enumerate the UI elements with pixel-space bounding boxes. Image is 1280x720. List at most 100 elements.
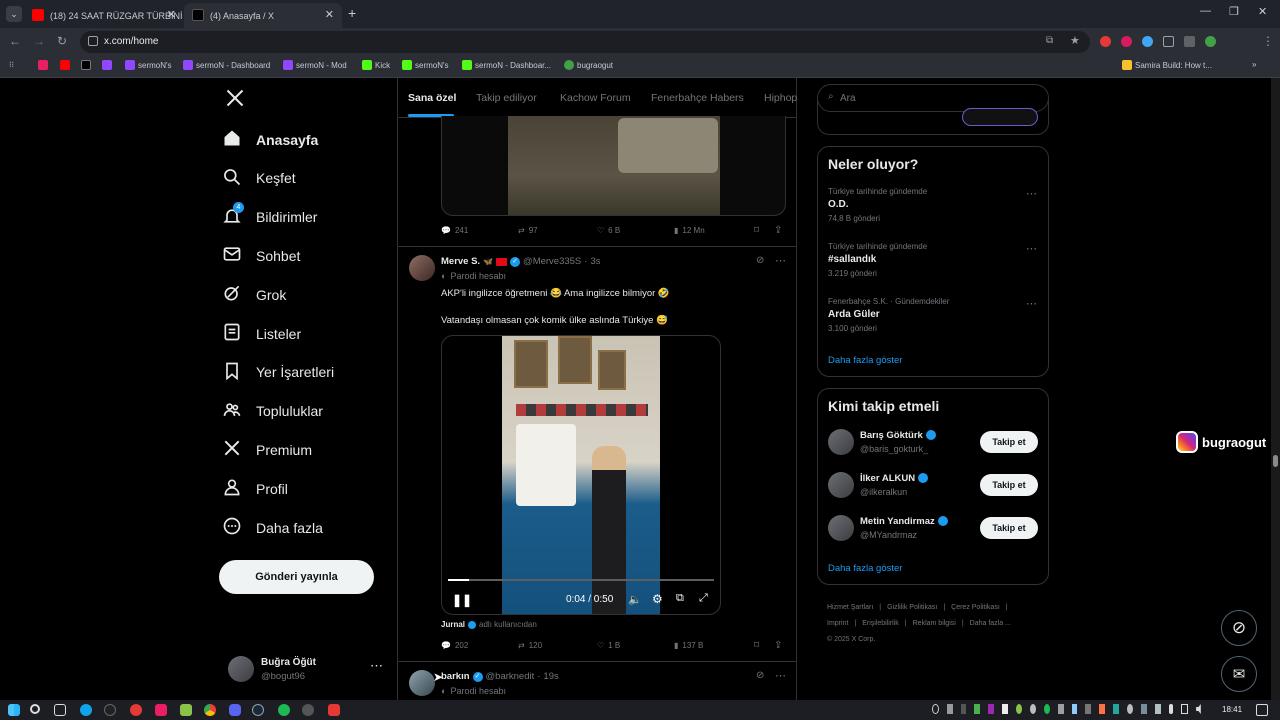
steam-icon[interactable] — [252, 704, 264, 716]
messages-floating-button[interactable]: ✉ — [1221, 656, 1257, 692]
sidebar-item-community[interactable]: Topluluklar — [222, 400, 323, 423]
avatar[interactable] — [409, 670, 435, 696]
more-icon[interactable]: ⋯ — [1026, 187, 1037, 200]
tab-search-button[interactable]: ⌄ — [6, 6, 22, 22]
footer-link[interactable]: Erişilebilirlik — [862, 616, 899, 632]
bookmark-item[interactable]: sermoN - Dashboard — [183, 60, 270, 70]
bookmark-item[interactable]: sermoN - Mod — [283, 60, 347, 70]
like-button[interactable]: ♡ 1 B — [597, 641, 620, 650]
gear-icon[interactable]: ⚙ — [652, 592, 663, 606]
views-button[interactable]: ▮ 137 B — [674, 641, 703, 650]
site-info-icon[interactable] — [88, 36, 98, 46]
grok-icon[interactable]: ⊘ — [756, 670, 764, 681]
tab-x-home[interactable]: (4) Anasayfa / X ✕ — [184, 3, 342, 28]
discord-icon[interactable] — [229, 704, 241, 716]
post-time[interactable]: 19s — [543, 671, 558, 682]
pause-icon[interactable]: ❚❚ — [452, 593, 472, 607]
more-icon[interactable]: ⋯ — [370, 658, 383, 674]
avatar[interactable] — [828, 515, 854, 541]
reply-button[interactable]: 💬 241 — [441, 226, 468, 235]
more-icon[interactable]: ⋯ — [775, 254, 786, 267]
sidebar-item-grok[interactable]: Grok — [222, 283, 286, 306]
tray-icon[interactable] — [988, 704, 995, 714]
footer-link[interactable]: Imprint — [827, 616, 848, 632]
footer-link[interactable]: Hizmet Şartları — [827, 600, 873, 616]
cast-icon[interactable]: ⧉ — [1046, 35, 1053, 46]
sidebar-item-profile[interactable]: Profil — [222, 477, 288, 500]
bookmark-item[interactable] — [102, 60, 112, 70]
bookmark-icon[interactable]: ⌑ — [754, 225, 759, 236]
windows-start-icon[interactable] — [8, 704, 20, 716]
star-icon[interactable]: ★ — [1070, 34, 1080, 47]
scrollbar[interactable] — [1271, 78, 1280, 700]
url-field[interactable]: x.com/home ⧉ ★ — [80, 31, 1090, 53]
speaker-icon[interactable] — [1196, 704, 1201, 714]
follow-button[interactable]: Takip et — [980, 474, 1038, 496]
bookmark-icon-only[interactable] — [38, 60, 48, 70]
avatar-stack[interactable] — [962, 108, 1038, 126]
author-name[interactable]: barkın — [441, 671, 470, 682]
reply-button[interactable]: 💬 202 — [441, 641, 468, 650]
scrollbar-thumb[interactable] — [1273, 455, 1278, 467]
tray-icon[interactable] — [1071, 704, 1078, 714]
bookmark-item[interactable]: Kick — [362, 60, 390, 70]
tray-icon[interactable] — [1057, 704, 1064, 714]
close-icon[interactable]: ✕ — [325, 8, 334, 21]
author-handle[interactable]: @barknedit — [486, 671, 535, 682]
sidebar-item-bell[interactable]: 4 Bildirimler — [222, 201, 317, 229]
taskbar-app-icon[interactable] — [302, 704, 314, 716]
trend-topic[interactable]: O.D. — [828, 199, 849, 210]
follow-name[interactable]: Barış Göktürk — [860, 430, 936, 441]
follow-name[interactable]: Metin Yandirmaz — [860, 516, 948, 527]
sidebar-item-home[interactable]: Anasayfa — [222, 128, 318, 151]
grok-icon[interactable]: ⊘ — [756, 255, 764, 266]
footer-link[interactable]: Gizlilik Politikası — [887, 600, 937, 616]
clock[interactable]: 18:41 — [1222, 705, 1242, 714]
close-icon[interactable]: ✕ — [167, 8, 176, 21]
trend-topic[interactable]: Arda Güler — [828, 309, 880, 320]
tray-icon[interactable] — [1127, 704, 1133, 714]
reload-icon[interactable]: ↻ — [57, 34, 67, 48]
headphones-icon[interactable] — [932, 704, 939, 714]
taskbar-app-icon[interactable] — [180, 704, 192, 716]
puzzle-icon[interactable] — [1163, 36, 1174, 47]
tray-icon[interactable] — [1029, 704, 1036, 714]
close-window-button[interactable]: ✕ — [1258, 5, 1267, 18]
share-icon[interactable]: ⇪ — [774, 640, 782, 651]
avatar[interactable] — [409, 255, 435, 281]
maximize-button[interactable]: ❐ — [1229, 5, 1239, 18]
spotify-icon[interactable] — [278, 704, 290, 716]
avatar[interactable] — [828, 472, 854, 498]
tray-icon[interactable] — [1140, 704, 1147, 714]
post-time[interactable]: 3s — [590, 256, 600, 267]
minimize-button[interactable]: — — [1200, 5, 1211, 17]
extension-icon[interactable] — [1184, 36, 1195, 47]
menu-icon[interactable]: ⋮ — [1262, 34, 1274, 48]
author-handle[interactable]: @Merve335S — [523, 256, 581, 267]
account-switcher[interactable]: Buğra Öğüt @bogut96 ⋯ — [228, 652, 388, 686]
search-icon[interactable] — [30, 704, 40, 714]
apps-icon[interactable]: ⁝⁝ — [9, 60, 14, 69]
opera-icon[interactable] — [130, 704, 142, 716]
tab-youtube[interactable]: (18) 24 SAAT RÜZGAR TÜRBİNİ ✕ — [24, 3, 184, 28]
author-name[interactable]: Merve S. — [441, 256, 480, 267]
show-more-link[interactable]: Daha fazla göster — [828, 355, 902, 366]
extension-icon[interactable] — [1100, 36, 1111, 47]
more-icon[interactable]: ⋯ — [1026, 242, 1037, 255]
tray-icon[interactable] — [946, 704, 953, 714]
new-tab-button[interactable]: + — [348, 5, 356, 21]
sidebar-item-bookmark[interactable]: Yer İşaretleri — [222, 361, 334, 384]
bookmark-item[interactable]: Samira Build: How t... — [1122, 60, 1212, 70]
like-button[interactable]: ♡ 6 B — [597, 226, 620, 235]
sidebar-item-x[interactable]: Premium — [222, 438, 312, 461]
share-icon[interactable]: ⇪ — [774, 225, 782, 236]
tab-following[interactable]: Takip ediliyor — [476, 92, 537, 104]
repost-button[interactable]: ⇄ 120 — [518, 641, 542, 650]
taskbar-app-icon[interactable] — [155, 704, 167, 716]
bookmark-item[interactable]: bugraogut — [564, 60, 613, 70]
more-icon[interactable]: ⋯ — [775, 669, 786, 682]
forward-icon[interactable]: → — [33, 34, 45, 48]
pip-icon[interactable]: ⧉ — [676, 592, 684, 605]
repost-button[interactable]: ⇄ 97 — [518, 226, 538, 235]
task-view-icon[interactable] — [54, 704, 66, 716]
